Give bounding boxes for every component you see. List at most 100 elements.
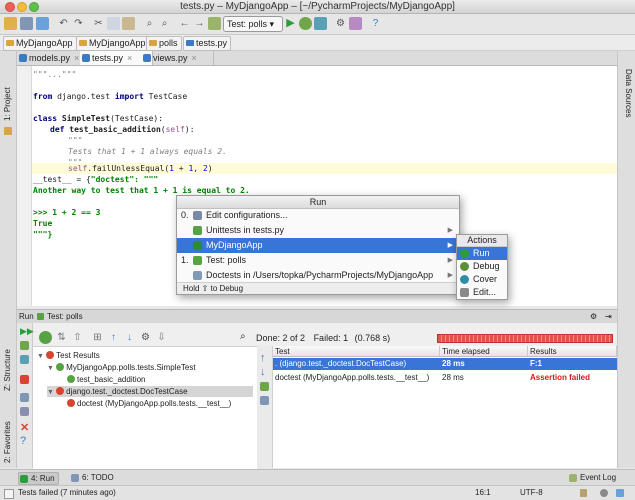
hide-icon[interactable]: ⇥: [605, 310, 612, 323]
help-icon[interactable]: ?: [369, 17, 382, 30]
save-icon[interactable]: [20, 17, 33, 30]
toggle-auto-test-icon[interactable]: [20, 355, 29, 364]
copy-icon[interactable]: [107, 17, 120, 30]
action-edit[interactable]: Edit...: [457, 286, 507, 299]
run-configuration-select[interactable]: Test: polls ▾: [223, 16, 283, 32]
test-summary: Done: 2 of 2 Failed: 1 (0.768 s): [256, 331, 456, 345]
breadcrumb-item[interactable]: polls: [146, 36, 182, 51]
code-line: """...""": [33, 70, 77, 79]
code-line: """}: [33, 230, 53, 239]
redo-icon[interactable]: ↷: [72, 17, 85, 30]
undo-icon[interactable]: ↶: [57, 17, 70, 30]
caret-position[interactable]: 16:1: [475, 486, 491, 500]
export-icon[interactable]: [20, 393, 29, 402]
sync-icon[interactable]: [36, 17, 49, 30]
structure-tool-button[interactable]: Z: Structure: [3, 349, 12, 391]
tree-node[interactable]: ▼ Test Results: [37, 350, 100, 361]
replace-icon[interactable]: ⌕: [158, 17, 171, 30]
breadcrumb-item[interactable]: tests.py: [183, 36, 232, 51]
editor-gutter[interactable]: [17, 66, 32, 306]
tab-event-log[interactable]: Event Log: [568, 472, 616, 483]
tree-node[interactable]: doctest (MyDjangoApp.polls.tests.__test_…: [67, 398, 231, 409]
settings-icon[interactable]: ⚙: [590, 310, 597, 323]
stop-icon[interactable]: [20, 375, 29, 384]
close-icon[interactable]: ✕: [20, 421, 29, 434]
tree-node[interactable]: ▼ django.test._doctest.DocTestCase: [47, 386, 253, 397]
popup-item-unittests[interactable]: Unittests in tests.py ▶: [177, 223, 459, 238]
status-toggle-icon[interactable]: [4, 489, 14, 499]
cut-icon[interactable]: ✂: [92, 17, 105, 30]
popup-item-test-polls[interactable]: 1. Test: polls ▶: [177, 253, 459, 268]
show-passed-icon[interactable]: [39, 331, 52, 344]
table-row[interactable]: . (django.test._doctest.DocTestCase) 28 …: [273, 358, 617, 370]
close-tab-icon[interactable]: ×: [74, 53, 79, 63]
event-log-icon: [569, 474, 577, 482]
action-run[interactable]: Run: [457, 247, 507, 260]
next-failed-icon[interactable]: ↓: [123, 331, 136, 344]
forward-icon[interactable]: →: [193, 17, 206, 30]
table-row[interactable]: doctest (MyDjangoApp.polls.tests.__test_…: [273, 372, 617, 384]
debug-icon[interactable]: [299, 17, 312, 30]
coverage-icon: [460, 275, 469, 284]
inspector-icon[interactable]: [600, 489, 608, 497]
column-header-test[interactable]: Test: [273, 346, 440, 357]
memory-indicator-icon[interactable]: [616, 489, 624, 497]
folder-icon: [149, 40, 157, 46]
arrow-down-icon[interactable]: ↓: [260, 366, 269, 378]
open-icon[interactable]: [4, 17, 17, 30]
project-tool-button[interactable]: 1: Project: [3, 87, 12, 121]
tab-todo[interactable]: 6: TODO: [70, 472, 114, 483]
pin-icon[interactable]: [20, 407, 29, 416]
data-sources-tool-button[interactable]: Data Sources: [624, 69, 633, 117]
build-icon[interactable]: [208, 17, 221, 30]
paste-icon[interactable]: [122, 17, 135, 30]
find-icon[interactable]: ⌕: [143, 17, 156, 30]
settings-icon[interactable]: ⚙: [139, 331, 152, 344]
lock-icon[interactable]: [580, 489, 587, 497]
show-ignored-icon[interactable]: ⇅: [55, 331, 68, 344]
expand-all-icon[interactable]: ⊞: [91, 331, 104, 344]
popup-item-doctests[interactable]: Doctests in /Users/topka/PycharmProjects…: [177, 268, 459, 283]
popup-item-edit-configurations[interactable]: 0. Edit configurations...: [177, 208, 459, 223]
copy-icon[interactable]: [260, 396, 269, 405]
help-icon[interactable]: ?: [20, 435, 29, 447]
column-header-results[interactable]: Results: [528, 346, 617, 357]
tab-views-py[interactable]: views.py ×: [141, 51, 214, 65]
rerun-icon[interactable]: ▶▶: [20, 327, 34, 336]
sort-icon[interactable]: ⇧: [71, 331, 84, 344]
back-icon[interactable]: ←: [178, 17, 191, 30]
popup-item-mydjangoapp[interactable]: MyDjangoApp ▶: [177, 238, 459, 253]
close-tab-icon[interactable]: ×: [127, 53, 132, 63]
vcs-icon[interactable]: [349, 17, 362, 30]
breadcrumb-item[interactable]: MyDjangoApp: [3, 36, 77, 51]
debug-icon: [460, 262, 469, 271]
run-icon: [20, 475, 28, 483]
grid-side-toolbar: ↑ ↓: [257, 346, 273, 468]
previous-failed-icon[interactable]: ↑: [107, 331, 120, 344]
column-header-time[interactable]: Time elapsed: [440, 346, 528, 357]
tab-run[interactable]: 4: Run: [18, 472, 59, 485]
favorites-tool-button[interactable]: 2: Favorites: [3, 421, 12, 463]
tree-node[interactable]: ▼ MyDjangoApp.polls.tests.SimpleTest: [47, 362, 196, 373]
settings-icon[interactable]: ⚙: [334, 17, 347, 30]
run-icon[interactable]: ▶: [284, 17, 297, 30]
right-tool-strip: Data Sources: [617, 51, 635, 468]
folder-icon: [6, 40, 14, 46]
action-debug[interactable]: Debug: [457, 260, 507, 273]
arrow-up-icon[interactable]: ↑: [260, 352, 269, 364]
import-tests-icon[interactable]: ⇩: [155, 331, 168, 344]
close-tab-icon[interactable]: ×: [192, 53, 197, 63]
run-icon: [460, 249, 469, 258]
file-encoding[interactable]: UTF-8: [520, 486, 543, 500]
actions-submenu: Actions Run Debug Cover Edit...: [456, 234, 508, 300]
rerun-failed-icon[interactable]: [20, 341, 29, 350]
breadcrumb-item[interactable]: MyDjangoApp: [76, 36, 150, 51]
tree-node[interactable]: test_basic_addition: [67, 374, 146, 385]
action-cover[interactable]: Cover: [457, 273, 507, 286]
run-window-title: Run: [19, 312, 34, 321]
python-file-icon: [143, 54, 151, 62]
submenu-arrow-icon: ▶: [447, 257, 453, 264]
export-icon[interactable]: [260, 382, 269, 391]
coverage-icon[interactable]: [314, 17, 327, 30]
search-icon[interactable]: ⌕: [240, 331, 246, 342]
